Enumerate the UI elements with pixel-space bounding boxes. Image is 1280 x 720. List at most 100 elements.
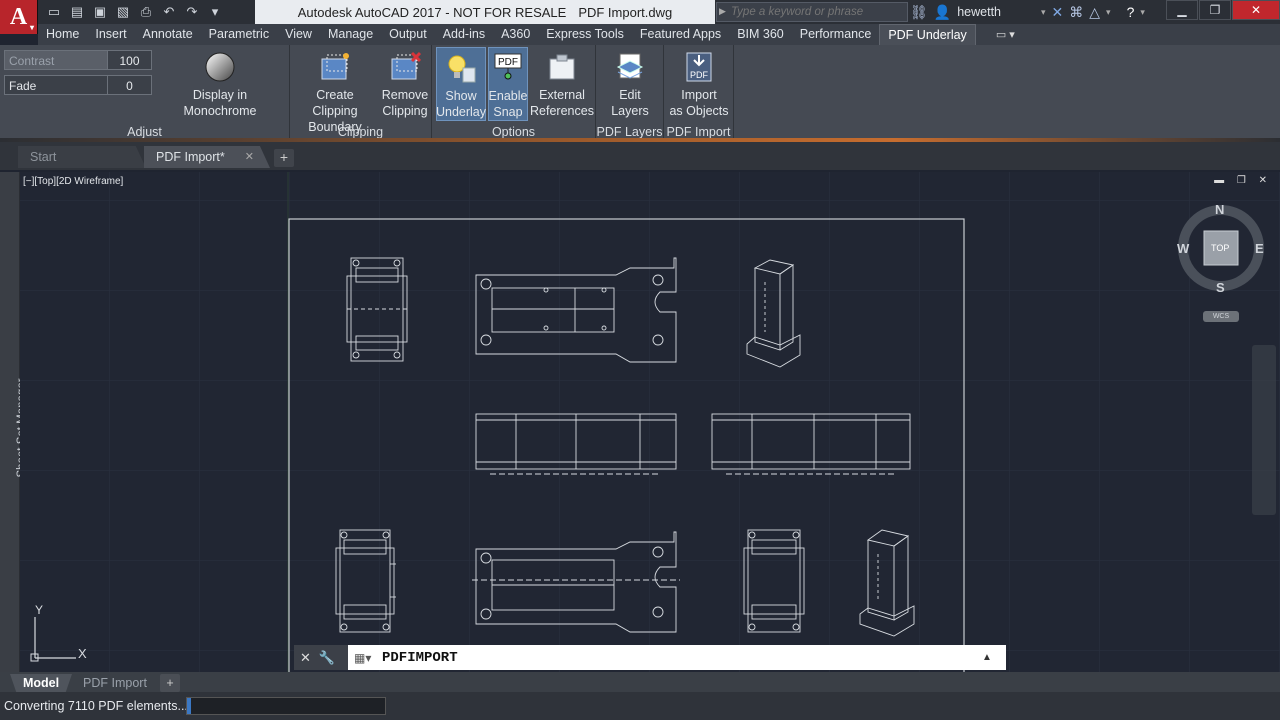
chevron-down-icon[interactable]: ▾ xyxy=(1140,7,1145,18)
tab-pdf-import[interactable]: PDF Import* ✕ xyxy=(144,146,270,168)
chevron-down-icon[interactable]: ▾ xyxy=(1106,7,1111,18)
viewport-controls-label[interactable]: [−][Top][2D Wireframe] xyxy=(23,176,123,187)
chevron-down-icon[interactable]: ▾ xyxy=(1041,7,1046,18)
a360-icon[interactable]: △ xyxy=(1089,4,1100,21)
viewport-window-controls[interactable]: ▬ ❐ ✕ xyxy=(1214,175,1272,186)
remove-clip-label-2: Clipping xyxy=(382,104,428,118)
ribbon-tab-home[interactable]: Home xyxy=(38,24,87,45)
ribbon-tab-bim-360[interactable]: BIM 360 xyxy=(729,24,792,45)
ribbon-tab-bar: Home Insert Annotate Parametric View Manage Ou… xyxy=(38,24,1280,45)
navigation-bar[interactable] xyxy=(1252,345,1276,515)
import-as-objects-button[interactable]: PDF Import as Objects xyxy=(668,47,730,121)
compass-south[interactable]: S xyxy=(1216,280,1225,295)
file-name: PDF Import.dwg xyxy=(578,4,673,20)
minimize-icon[interactable]: ▁ xyxy=(1166,0,1198,20)
status-message: Converting 7110 PDF elements... xyxy=(4,699,188,713)
qat-dropdown-icon[interactable]: ▾ xyxy=(205,2,225,22)
sheet-set-manager-palette[interactable]: Sheet Set Manager xyxy=(0,172,28,672)
ribbon-tab-annotate[interactable]: Annotate xyxy=(135,24,201,45)
help-icon[interactable]: ? xyxy=(1127,4,1135,20)
application-menu-button[interactable]: A ▾ xyxy=(0,0,38,34)
fade-label[interactable]: Fade xyxy=(4,75,108,95)
ribbon-tab-insert[interactable]: Insert xyxy=(87,24,134,45)
fade-value[interactable]: 0 xyxy=(108,75,152,95)
command-input[interactable] xyxy=(382,649,972,666)
ribbon-tab-express-tools[interactable]: Express Tools xyxy=(538,24,632,45)
ribbon-tab-output[interactable]: Output xyxy=(381,24,435,45)
wcs-menu[interactable]: WCS xyxy=(1203,311,1239,322)
edit-layers-label-2: Layers xyxy=(611,104,649,118)
contrast-value[interactable]: 100 xyxy=(108,50,152,70)
ribbon-tab-a360[interactable]: A360 xyxy=(493,24,538,45)
viewcube-top-face[interactable]: TOP xyxy=(1211,243,1229,253)
search-box[interactable]: ▶ xyxy=(716,2,908,22)
monochrome-label: Display in Monochrome xyxy=(183,88,257,118)
enable-snap-button[interactable]: PDF Enable Snap xyxy=(488,47,528,121)
close-icon[interactable]: ✕ xyxy=(300,650,311,666)
tab-start[interactable]: Start xyxy=(18,146,146,168)
command-history-arrow-icon[interactable]: ▲ xyxy=(982,652,992,663)
search-input[interactable] xyxy=(731,6,901,18)
drawing-canvas[interactable] xyxy=(20,172,1280,672)
adjust-panel: Contrast 100 Fade 0 Display in Monochrom… xyxy=(0,45,290,142)
ribbon-tab-featured-apps[interactable]: Featured Apps xyxy=(632,24,729,45)
compass-east[interactable]: E xyxy=(1255,241,1264,256)
clip-boundary-icon xyxy=(319,51,351,83)
close-tab-icon[interactable]: ✕ xyxy=(245,146,254,168)
clipping-panel: Create Clipping Boundary Remove Clipping… xyxy=(290,45,432,142)
import-label-1: Import xyxy=(681,88,717,102)
undo-icon[interactable]: ↶ xyxy=(159,2,179,22)
edit-layers-button[interactable]: Edit Layers xyxy=(602,47,658,121)
enable-snap-label-1: Enable xyxy=(488,89,528,103)
contrast-label[interactable]: Contrast xyxy=(4,50,108,70)
monochrome-button[interactable]: Display in Monochrome xyxy=(155,47,285,121)
remove-clipping-button[interactable]: Remove Clipping xyxy=(380,47,430,121)
recent-commands-icon[interactable]: ▦▾ xyxy=(354,651,376,665)
contrast-slider[interactable]: Contrast 100 xyxy=(4,50,152,70)
new-icon[interactable]: ▭ xyxy=(44,2,64,22)
create-clipping-boundary-button[interactable]: Create Clipping Boundary xyxy=(292,47,378,134)
ribbon-tab-parametric[interactable]: Parametric xyxy=(201,24,277,45)
compass-west[interactable]: W xyxy=(1177,241,1189,256)
open-icon[interactable]: ▤ xyxy=(67,2,87,22)
redo-icon[interactable]: ↷ xyxy=(182,2,202,22)
tab-layout-pdf-import[interactable]: PDF Import xyxy=(70,674,160,692)
username[interactable]: hewetth xyxy=(957,5,1001,19)
add-layout-button[interactable]: + xyxy=(160,674,180,692)
ribbon-tab-performance[interactable]: Performance xyxy=(792,24,880,45)
restore-icon[interactable]: ❐ xyxy=(1199,0,1231,20)
close-icon[interactable]: ✕ xyxy=(1232,0,1280,20)
show-underlay-button[interactable]: Show Underlay xyxy=(436,47,486,121)
cart-icon[interactable]: ⌘ xyxy=(1069,4,1083,21)
external-references-label-2: References xyxy=(530,104,594,118)
pdf-snap-icon: PDF xyxy=(492,52,524,84)
edit-layers-label-1: Edit xyxy=(619,88,641,102)
save-as-icon[interactable]: ▧ xyxy=(113,2,133,22)
tab-pdf-import-label: PDF Import* xyxy=(156,150,225,164)
monochrome-icon xyxy=(204,51,236,83)
lightbulb-icon xyxy=(445,52,477,84)
compass-north[interactable]: N xyxy=(1215,202,1224,217)
new-tab-button[interactable]: + xyxy=(274,149,294,167)
expand-arrow-icon[interactable]: ▶ xyxy=(719,6,726,17)
create-clip-label-1: Create Clipping xyxy=(312,88,358,118)
external-references-button[interactable]: External References xyxy=(530,47,594,121)
ribbon-tab-add-ins[interactable]: Add-ins xyxy=(435,24,493,45)
viewcube[interactable]: N S E W TOP xyxy=(1175,200,1267,295)
ribbon-panel: Contrast 100 Fade 0 Display in Monochrom… xyxy=(0,45,1280,142)
ribbon-tab-view[interactable]: View xyxy=(277,24,320,45)
ribbon-tab-manage[interactable]: Manage xyxy=(320,24,381,45)
progress-bar-fill xyxy=(187,698,191,714)
enable-snap-label-2: Snap xyxy=(493,105,523,119)
ribbon-display-options-icon[interactable]: ▭ ▾ xyxy=(996,28,1015,41)
user-icon[interactable]: 👤 xyxy=(934,4,951,21)
tab-model[interactable]: Model xyxy=(10,674,72,692)
customize-wrench-icon[interactable]: 🔧 xyxy=(319,650,335,666)
binoculars-icon[interactable]: ⛓ xyxy=(910,4,928,21)
fade-slider[interactable]: Fade 0 xyxy=(4,75,152,95)
print-icon[interactable]: ⎙ xyxy=(136,2,156,22)
svg-text:PDF: PDF xyxy=(690,70,709,80)
ribbon-tab-pdf-underlay[interactable]: PDF Underlay xyxy=(879,24,976,45)
exchange-apps-icon[interactable]: ✕ xyxy=(1052,4,1064,21)
save-icon[interactable]: ▣ xyxy=(90,2,110,22)
